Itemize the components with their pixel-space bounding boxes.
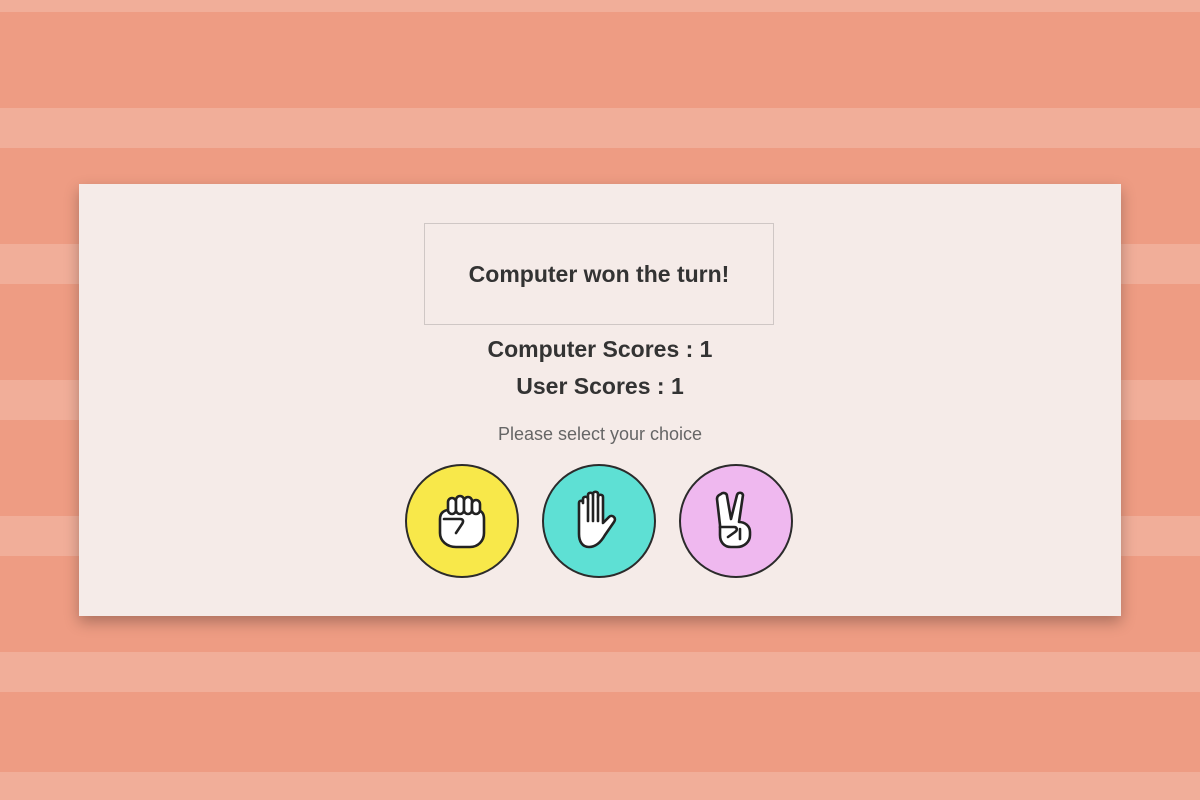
victory-hand-icon (715, 491, 752, 549)
choice-prompt: Please select your choice (497, 424, 703, 444)
paper-button[interactable] (542, 464, 656, 578)
computer-score: Computer Scores : 1 (487, 336, 713, 362)
rock-button[interactable] (405, 464, 519, 578)
result-message: Computer won the turn! (424, 223, 774, 325)
fist-icon (438, 494, 486, 549)
scissors-button[interactable] (679, 464, 793, 578)
open-hand-icon (577, 490, 617, 549)
choice-buttons (405, 464, 795, 580)
user-score: User Scores : 1 (516, 373, 684, 399)
game-card: Computer won the turn! Computer Scores :… (79, 184, 1121, 616)
